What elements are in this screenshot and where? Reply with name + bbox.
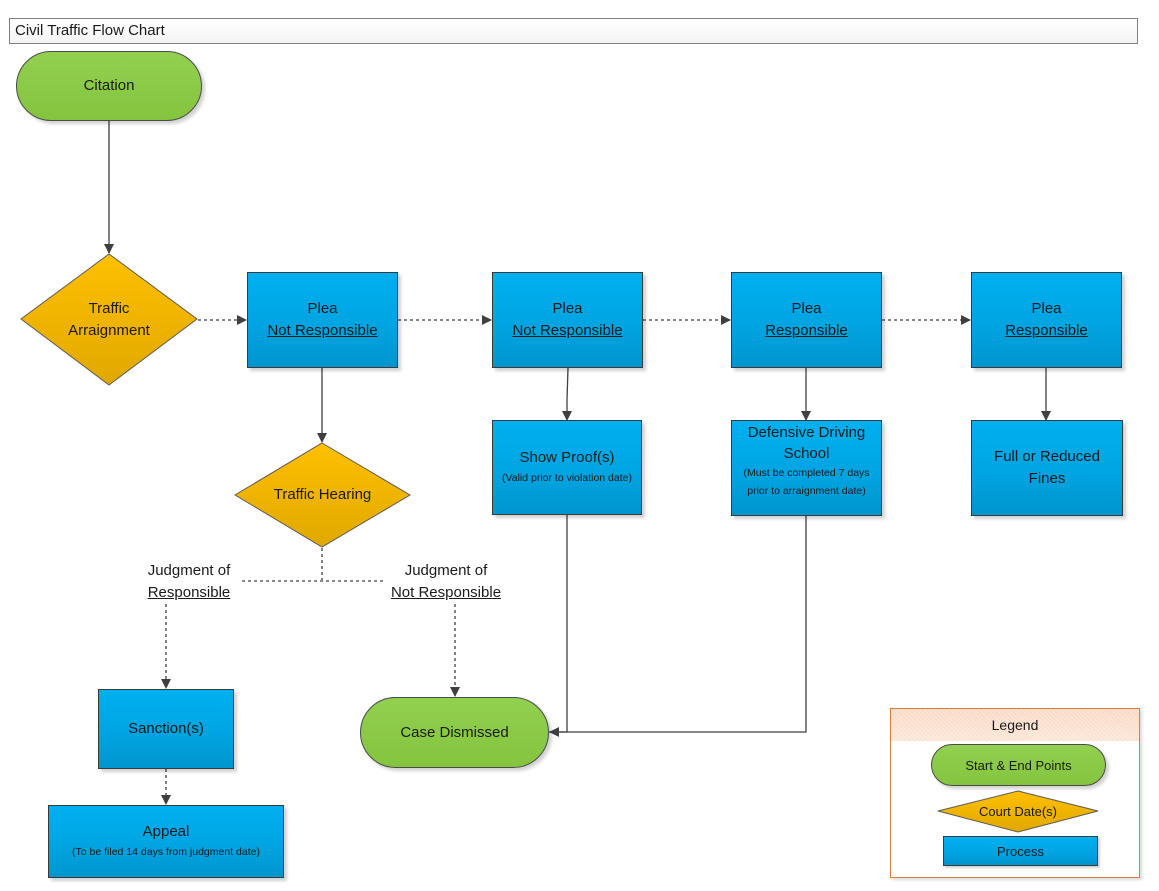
legend-item-label: Start & End Points <box>965 757 1072 773</box>
node-label: Case Dismissed <box>400 723 509 741</box>
node-label: Sanction(s) <box>128 720 204 737</box>
node-full-or-reduced-fines[interactable]: Full or Reduced Fines <box>971 420 1123 516</box>
node-label-line2: Arraignment <box>68 321 150 339</box>
legend-item-label: Process <box>997 843 1044 859</box>
node-citation[interactable]: Citation <box>16 51 202 121</box>
legend: Legend Start & End Points Court Date(s) … <box>890 708 1140 878</box>
node-case-dismissed[interactable]: Case Dismissed <box>360 697 549 768</box>
node-label-line2: Responsible <box>1005 322 1088 339</box>
judgment-line2: Responsible <box>147 584 231 601</box>
node-label-line2: Not Responsible <box>267 322 378 339</box>
node-traffic-hearing[interactable]: Traffic Hearing <box>234 442 411 548</box>
node-label: Appeal <box>142 823 190 840</box>
node-note: (Valid prior to violation date) <box>502 472 632 484</box>
legend-item-process: Process <box>943 836 1098 866</box>
judgment-line2: Not Responsible <box>390 584 502 601</box>
node-plea-not-responsible-2[interactable]: Plea Not Responsible <box>492 272 643 368</box>
node-label: Full or Reduced Fines <box>994 448 1100 487</box>
node-sanctions[interactable]: Sanction(s) <box>98 689 234 769</box>
edge-dds-dismissed <box>549 515 807 737</box>
node-label-line1: Traffic <box>88 299 130 317</box>
node-label: Traffic Hearing <box>273 486 372 503</box>
node-show-proof[interactable]: Show Proof(s) (Valid prior to violation … <box>492 420 642 515</box>
node-label-line1: Plea <box>552 300 583 317</box>
edge-showproof-dismissed <box>549 515 568 733</box>
node-label-line1: Plea <box>791 300 822 317</box>
judgment-responsible-label: Judgment of Responsible <box>138 560 240 604</box>
node-label-line1: Plea <box>307 300 338 317</box>
node-label-line2: Not Responsible <box>512 322 623 339</box>
judgment-line1: Judgment of <box>404 562 488 579</box>
node-plea-responsible-1[interactable]: Plea Responsible <box>731 272 882 368</box>
node-label-line2: Responsible <box>765 322 848 339</box>
node-appeal[interactable]: Appeal (To be filed 14 days from judgmen… <box>48 805 284 878</box>
edge-plea2-showproof <box>562 367 572 421</box>
legend-title: Legend <box>891 709 1139 741</box>
judgment-not-responsible-label: Judgment of Not Responsible <box>383 560 509 604</box>
node-plea-responsible-2[interactable]: Plea Responsible <box>971 272 1122 368</box>
legend-item-terminal: Start & End Points <box>931 744 1106 786</box>
node-plea-not-responsible-1[interactable]: Plea Not Responsible <box>247 272 398 368</box>
judgment-line1: Judgment of <box>147 562 231 579</box>
node-note: (To be filed 14 days from judgment date) <box>72 846 260 858</box>
node-note: (Must be completed 7 days prior to arrai… <box>743 467 870 497</box>
node-label: Defensive Driving School <box>747 424 866 462</box>
node-label: Show Proof(s) <box>519 449 615 466</box>
node-defensive-driving-school[interactable]: Defensive Driving School (Must be comple… <box>731 420 882 516</box>
legend-item-decision: Court Date(s) <box>937 790 1099 833</box>
legend-item-label: Court Date(s) <box>978 803 1058 819</box>
node-label-line1: Plea <box>1031 300 1062 317</box>
node-traffic-arraignment[interactable]: Traffic Arraignment <box>20 253 198 386</box>
node-label: Citation <box>83 77 135 94</box>
